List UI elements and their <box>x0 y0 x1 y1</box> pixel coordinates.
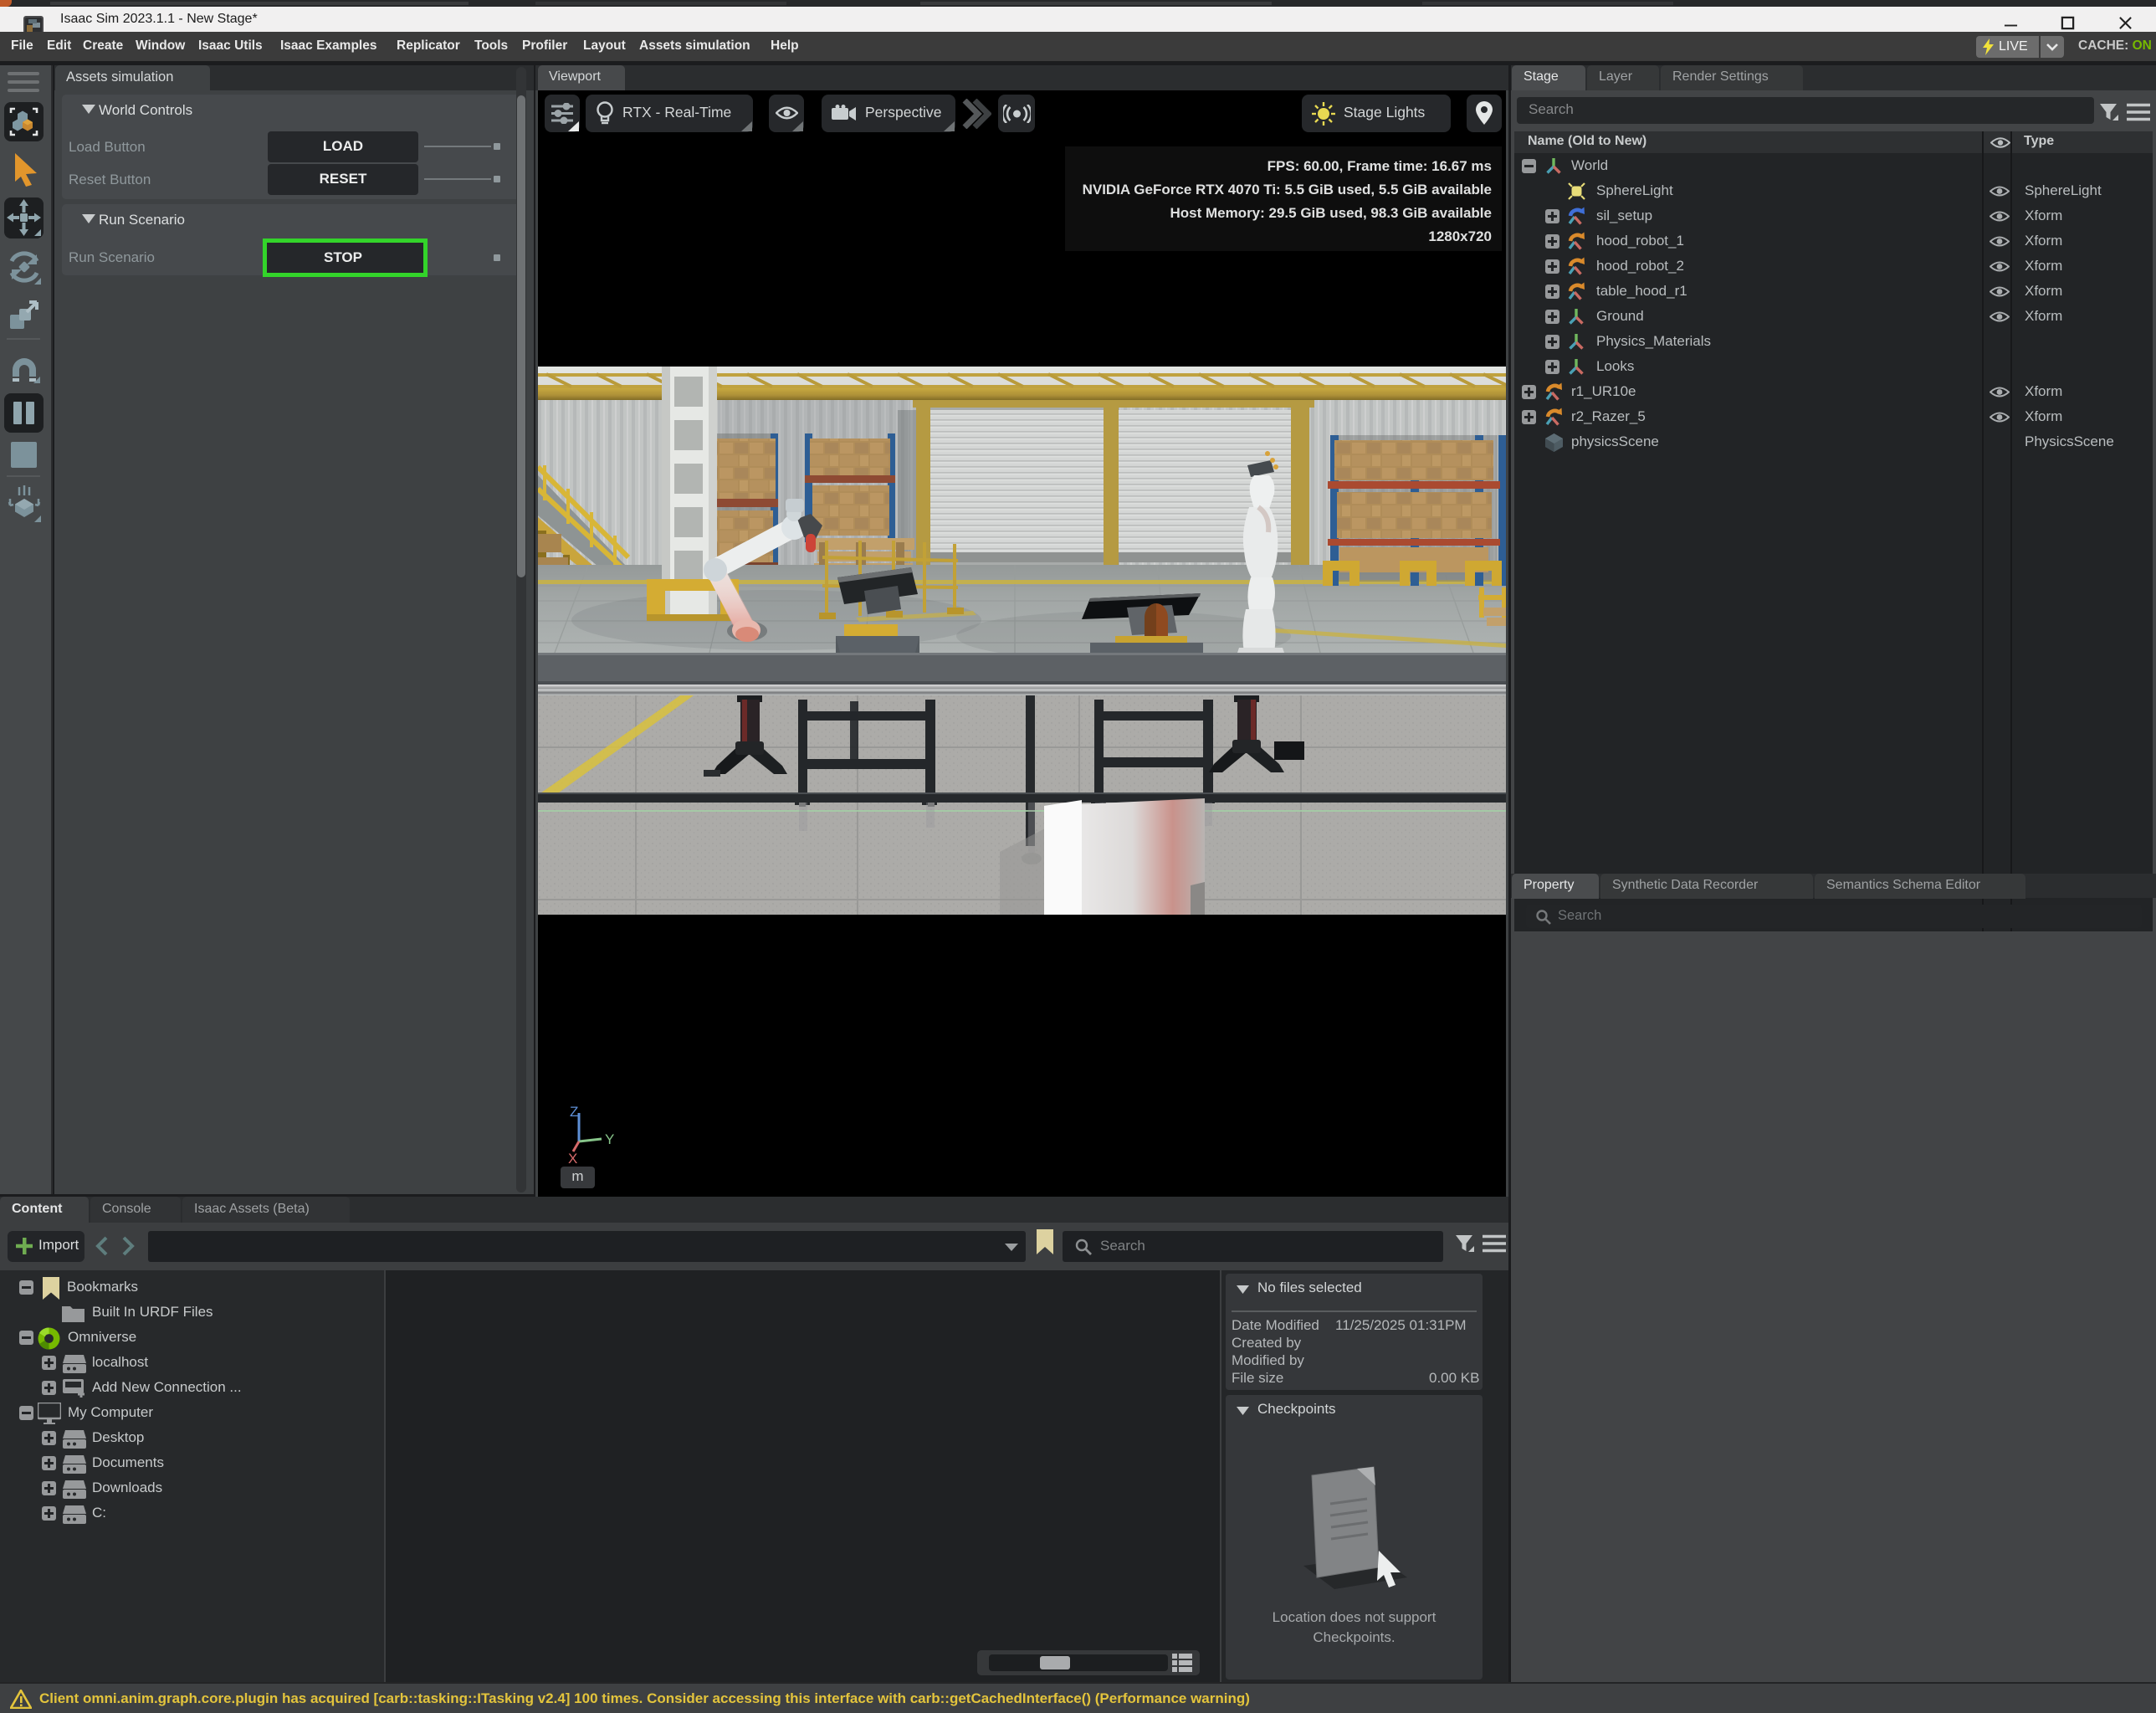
svg-text:X: X <box>568 1151 577 1166</box>
svg-text:Y: Y <box>605 1131 614 1147</box>
svg-text:Z: Z <box>570 1104 578 1120</box>
